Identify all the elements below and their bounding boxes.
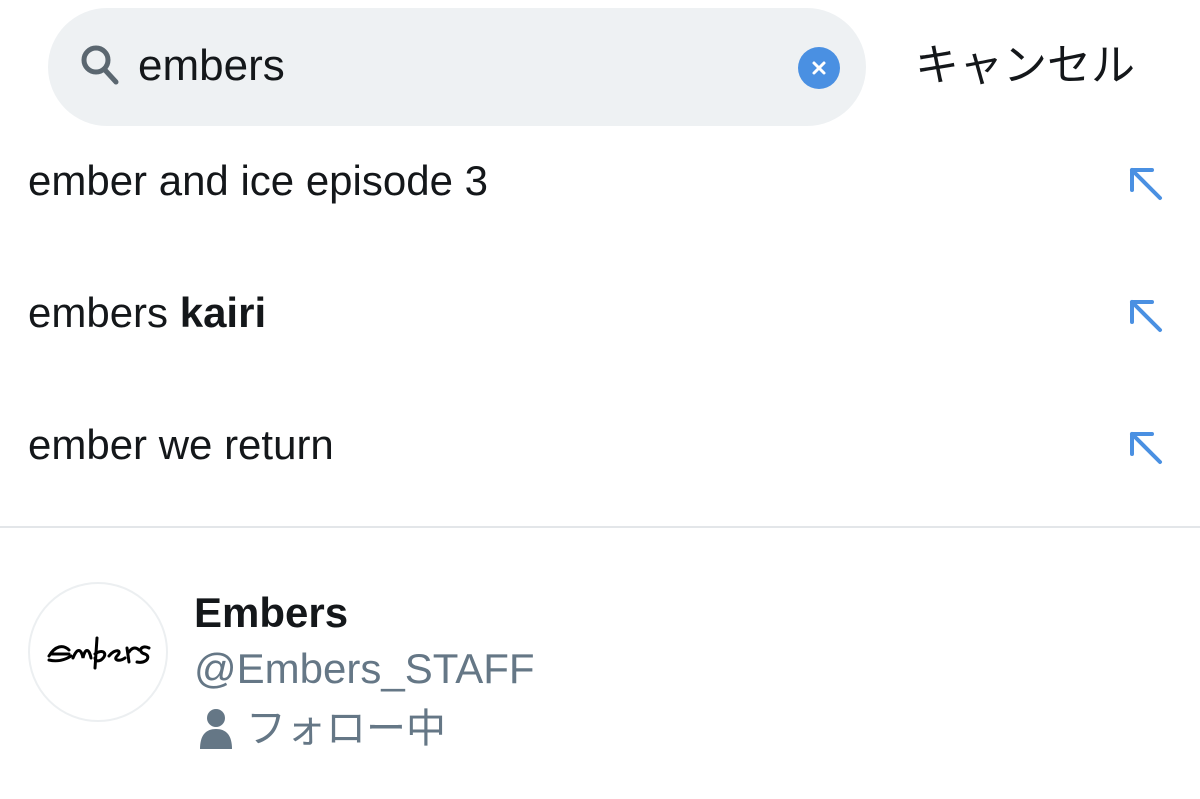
user-handle: @Embers_STAFF xyxy=(194,645,535,692)
avatar[interactable] xyxy=(28,582,168,722)
suggestion-text: embers kairi xyxy=(28,289,267,336)
user-result-row[interactable]: Embers @Embers_STAFF フォロー中 xyxy=(0,570,1200,770)
arrow-up-left-icon[interactable] xyxy=(1124,426,1164,466)
person-icon xyxy=(200,709,232,749)
clear-search-button[interactable] xyxy=(798,47,840,89)
search-icon xyxy=(81,45,119,85)
suggestion-text: ember and ice episode 3 xyxy=(28,157,488,204)
follow-status-label: フォロー中 xyxy=(246,706,446,752)
follow-status: フォロー中 xyxy=(198,702,446,756)
user-display-name: Embers xyxy=(194,589,349,636)
embers-logo xyxy=(47,636,151,670)
arrow-up-left-icon[interactable] xyxy=(1124,294,1164,334)
search-screen: embers キャンセル ember and ice episode 3 emb… xyxy=(0,0,1200,799)
close-icon xyxy=(812,61,826,75)
suggestion-item[interactable]: ember and ice episode 3 xyxy=(0,136,1200,226)
suggestion-item[interactable]: ember we return xyxy=(0,400,1200,490)
arrow-up-left-icon[interactable] xyxy=(1124,162,1164,202)
suggestion-text: ember we return xyxy=(28,421,334,468)
suggestion-item[interactable]: embers kairi xyxy=(0,268,1200,358)
search-input[interactable]: embers xyxy=(138,36,285,96)
cancel-button[interactable]: キャンセル xyxy=(915,36,1135,96)
section-divider xyxy=(0,526,1200,528)
